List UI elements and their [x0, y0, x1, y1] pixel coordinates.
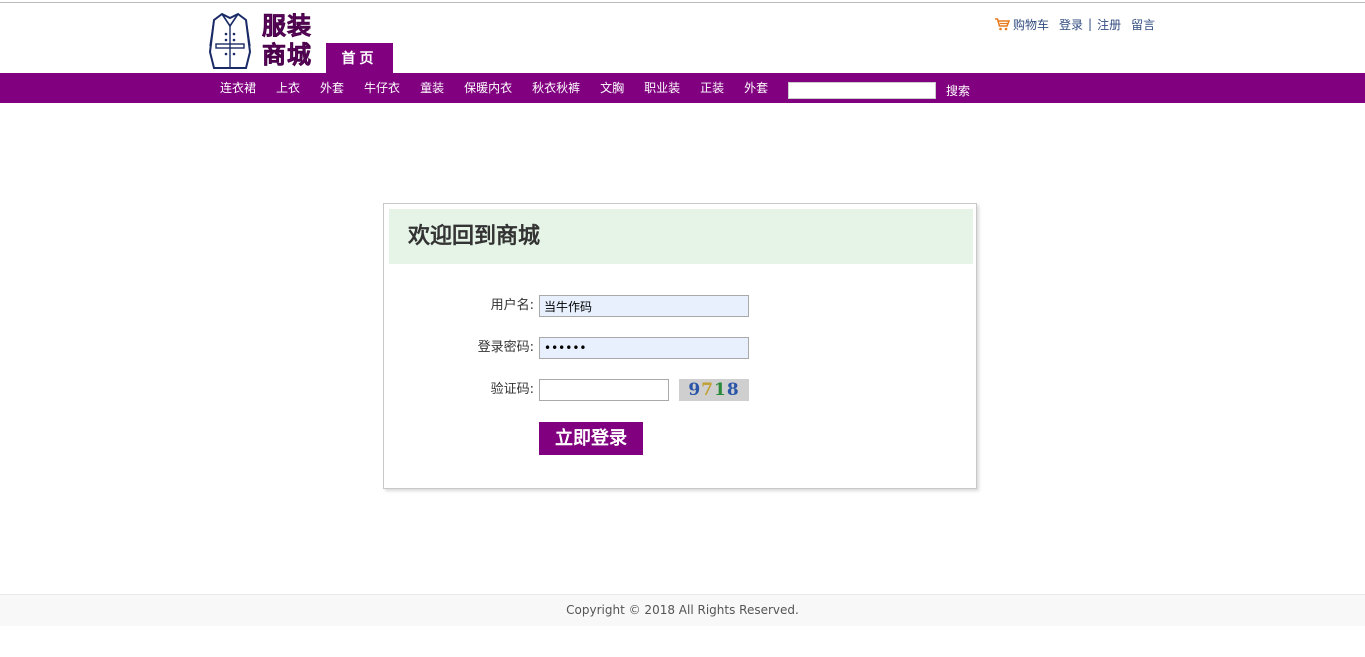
- category-list: 连衣裙 上衣 外套 牛仔衣 童装 保暖内衣 秋衣秋裤 文胸 职业装 正装 外套: [210, 73, 778, 103]
- cart-link[interactable]: 购物车: [1013, 16, 1049, 33]
- message-link[interactable]: 留言: [1131, 16, 1155, 33]
- nav-item-outerwear[interactable]: 外套: [734, 73, 778, 103]
- password-row: 登录密码:: [384, 337, 978, 361]
- search-button[interactable]: 搜索: [946, 82, 970, 100]
- category-nav-bar: 连衣裙 上衣 外套 牛仔衣 童装 保暖内衣 秋衣秋裤 文胸 职业装 正装 外套 …: [0, 73, 1365, 103]
- login-title: 欢迎回到商城: [408, 224, 541, 249]
- nav-item-workwear[interactable]: 职业装: [634, 73, 690, 103]
- nav-item-long-johns[interactable]: 秋衣秋裤: [522, 73, 590, 103]
- captcha-image[interactable]: 9718: [679, 379, 749, 401]
- coat-logo-icon: [208, 12, 252, 69]
- tab-home[interactable]: 首页: [326, 43, 393, 73]
- nav-item-thermal[interactable]: 保暖内衣: [454, 73, 522, 103]
- site-logo[interactable]: 服装 商城: [208, 12, 318, 72]
- username-label: 用户名:: [490, 298, 534, 313]
- footer-copyright: Copyright © 2018 All Rights Reserved.: [0, 594, 1365, 626]
- shopping-cart-icon[interactable]: [994, 17, 1010, 31]
- register-link[interactable]: 注册: [1097, 16, 1121, 33]
- captcha-digit: 8: [726, 380, 740, 400]
- nav-item-bras[interactable]: 文胸: [590, 73, 634, 103]
- nav-item-denim[interactable]: 牛仔衣: [354, 73, 410, 103]
- top-links: 购物车 登录 | 注册 留言: [994, 15, 1155, 33]
- login-link[interactable]: 登录: [1059, 16, 1083, 33]
- captcha-row: 验证码: 9718: [384, 379, 978, 403]
- login-panel-header: 欢迎回到商城: [389, 209, 973, 264]
- nav-item-kids[interactable]: 童装: [410, 73, 454, 103]
- captcha-label: 验证码:: [490, 382, 534, 397]
- captcha-input[interactable]: [539, 379, 669, 401]
- top-border-line: [0, 2, 1365, 3]
- nav-item-coats[interactable]: 外套: [310, 73, 354, 103]
- link-separator: |: [1088, 17, 1093, 31]
- captcha-digit: 7: [701, 380, 714, 400]
- nav-item-formal[interactable]: 正装: [690, 73, 734, 103]
- login-panel: 欢迎回到商城 用户名: 登录密码: 验证码: 9718 立即登录: [383, 203, 977, 489]
- login-submit-button[interactable]: 立即登录: [539, 422, 643, 455]
- nav-item-tops[interactable]: 上衣: [266, 73, 310, 103]
- captcha-digit: 9: [688, 380, 702, 400]
- username-input[interactable]: [539, 295, 749, 317]
- captcha-digit: 1: [714, 380, 727, 400]
- search-input[interactable]: [788, 82, 936, 99]
- username-row: 用户名:: [384, 295, 978, 319]
- brand-name: 服装 商城: [262, 12, 312, 70]
- nav-item-dresses[interactable]: 连衣裙: [210, 73, 266, 103]
- password-label: 登录密码:: [477, 340, 534, 355]
- password-input[interactable]: [539, 337, 749, 359]
